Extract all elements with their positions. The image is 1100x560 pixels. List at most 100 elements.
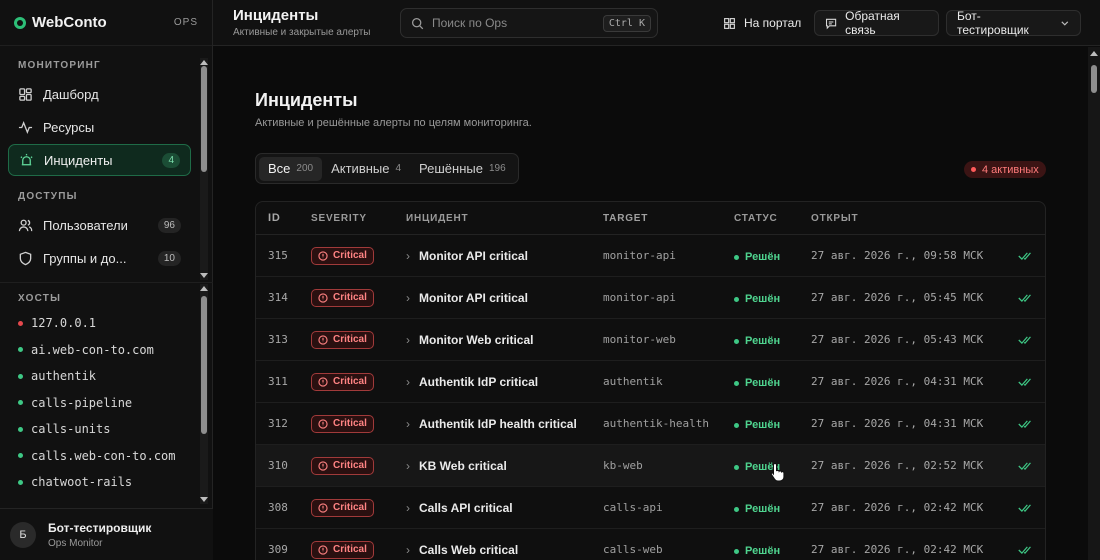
sidebar-host-item[interactable]: ai.web-con-to.com (8, 337, 191, 364)
action-cell (1005, 461, 1045, 471)
chevron-right-icon[interactable]: › (406, 543, 410, 557)
tab-resolved[interactable]: Решённые 196 (410, 157, 515, 181)
opened-at: 27 авг. 2026 г., 04:31 МСК (811, 417, 984, 430)
table-row[interactable]: 310 Critical › KB Web critical kb-web Решён 27… (256, 445, 1045, 487)
scrollbar-thumb[interactable] (201, 296, 207, 434)
severity-badge: Critical (311, 414, 374, 433)
chevron-right-icon[interactable]: › (406, 501, 410, 515)
status-dot-icon (734, 380, 739, 386)
double-check-icon[interactable] (1018, 251, 1032, 261)
nav-scrollbar[interactable] (200, 58, 208, 280)
scroll-up-arrow-icon[interactable] (1090, 51, 1098, 56)
user-menu-button[interactable]: Бот-тестировщик (946, 9, 1081, 37)
sidebar-item-incidents[interactable]: Инциденты 4 (8, 144, 191, 176)
chevron-right-icon[interactable]: › (406, 291, 410, 305)
action-cell (1005, 545, 1045, 555)
user-profile[interactable]: Б Бот-тестировщик Ops Monitor (0, 508, 213, 560)
sidebar-host-item[interactable]: calls-units (8, 416, 191, 443)
chevron-right-icon[interactable]: › (406, 333, 410, 347)
sidebar-host-item[interactable]: 127.0.0.1 (8, 310, 191, 337)
sidebar-item-label: Дашборд (43, 86, 99, 102)
double-check-icon[interactable] (1018, 335, 1032, 345)
scroll-up-arrow-icon[interactable] (200, 286, 208, 291)
main-content: Инциденты Активные и решённые алерты по … (213, 47, 1088, 560)
scroll-down-arrow-icon[interactable] (200, 273, 208, 278)
severity-badge: Critical (311, 498, 374, 517)
table-row[interactable]: 308 Critical › Calls API critical calls-api Р… (256, 487, 1045, 529)
severity-badge: Critical (311, 540, 374, 559)
sidebar-item-users[interactable]: Пользователи 96 (8, 209, 191, 241)
opened-at: 27 авг. 2026 г., 02:52 МСК (811, 459, 984, 472)
column-header-id[interactable]: ID (256, 212, 311, 224)
sidebar-item-dashboard[interactable]: Дашборд (8, 78, 191, 110)
search-input[interactable] (432, 16, 603, 30)
section-title-hosts: ХОСТЫ (18, 293, 62, 304)
sidebar-host-item[interactable]: authentik (8, 363, 191, 390)
brand[interactable]: WebConto OPS (0, 0, 212, 46)
double-check-icon[interactable] (1018, 293, 1032, 303)
incident-cell[interactable]: › KB Web critical (406, 459, 603, 473)
sidebar-item-resources[interactable]: Ресурсы (8, 111, 191, 143)
severity-label: Critical (333, 376, 367, 387)
table-row[interactable]: 312 Critical › Authentik IdP health critica… (256, 403, 1045, 445)
status-dot-icon (734, 422, 739, 428)
incident-cell[interactable]: › Monitor API critical (406, 249, 603, 263)
portal-button[interactable]: На портал (713, 10, 811, 36)
hosts-scrollbar[interactable] (200, 284, 208, 504)
double-check-icon[interactable] (1018, 461, 1032, 471)
sidebar-host-item[interactable]: calls-pipeline (8, 390, 191, 417)
sidebar-item-label: Ресурсы (43, 119, 95, 135)
search-box[interactable]: Ctrl K (400, 8, 658, 38)
host-status-dot-icon (18, 400, 23, 406)
scrollbar-thumb[interactable] (201, 66, 207, 172)
incident-cell[interactable]: › Monitor Web critical (406, 333, 603, 347)
scroll-up-arrow-icon[interactable] (200, 60, 208, 65)
incident-cell[interactable]: › Authentik IdP health critical (406, 417, 603, 431)
table-row[interactable]: 315 Critical › Monitor API critical monitor-… (256, 235, 1045, 277)
host-name: chatwoot-rails (31, 475, 133, 490)
column-header-target[interactable]: TARGET (603, 213, 734, 224)
feedback-button[interactable]: Обратная связь (814, 9, 939, 37)
opened-at: 27 авг. 2026 г., 04:31 МСК (811, 375, 984, 388)
double-check-icon[interactable] (1018, 419, 1032, 429)
tab-active[interactable]: Активные 4 (322, 157, 410, 181)
severity-label: Critical (333, 544, 367, 555)
alert-circle-icon (318, 292, 328, 303)
table-row[interactable]: 311 Critical › Authentik IdP critical authen… (256, 361, 1045, 403)
chevron-right-icon[interactable]: › (406, 417, 410, 431)
table-row[interactable]: 309 Critical › Calls Web critical calls-web Р… (256, 529, 1045, 560)
scrollbar-thumb[interactable] (1091, 65, 1097, 93)
table-row[interactable]: 314 Critical › Monitor API critical monitor-… (256, 277, 1045, 319)
incident-id: 308 (268, 501, 288, 514)
alert-circle-icon (318, 544, 328, 555)
chevron-right-icon[interactable]: › (406, 375, 410, 389)
incident-cell[interactable]: › Authentik IdP critical (406, 375, 603, 389)
incident-cell[interactable]: › Calls API critical (406, 501, 603, 515)
double-check-icon[interactable] (1018, 503, 1032, 513)
incident-cell[interactable]: › Monitor API critical (406, 291, 603, 305)
content-subtitle: Активные и решённые алерты по целям мони… (255, 117, 532, 129)
sidebar-host-item[interactable]: calls.web-con-to.com (8, 443, 191, 470)
sidebar-host-item[interactable]: chatwoot-rails (8, 469, 191, 496)
incident-target: monitor-api (603, 291, 676, 304)
chevron-right-icon[interactable]: › (406, 459, 410, 473)
tab-all[interactable]: Все 200 (259, 156, 323, 181)
double-check-icon[interactable] (1018, 545, 1032, 555)
tab-label: Решённые (419, 161, 483, 176)
incident-target: calls-api (603, 501, 663, 514)
scroll-down-arrow-icon[interactable] (200, 497, 208, 502)
double-check-icon[interactable] (1018, 377, 1032, 387)
column-header-severity[interactable]: SEVERITY (311, 213, 406, 224)
column-header-status[interactable]: СТАТУС (734, 213, 811, 224)
chevron-right-icon[interactable]: › (406, 249, 410, 263)
severity-badge: Critical (311, 288, 374, 307)
grid-icon (724, 17, 735, 29)
column-header-incident[interactable]: ИНЦИДЕНТ (406, 213, 603, 224)
main-scrollbar[interactable] (1088, 47, 1100, 560)
sidebar-item-groups[interactable]: Группы и до... 10 (8, 242, 191, 274)
incident-name: Monitor API critical (419, 248, 528, 263)
table-row[interactable]: 313 Critical › Monitor Web critical monitor-… (256, 319, 1045, 361)
column-header-opened[interactable]: ОТКРЫТ (811, 213, 1005, 224)
incident-cell[interactable]: › Calls Web critical (406, 543, 603, 557)
mouse-cursor-hand-icon (770, 462, 785, 482)
